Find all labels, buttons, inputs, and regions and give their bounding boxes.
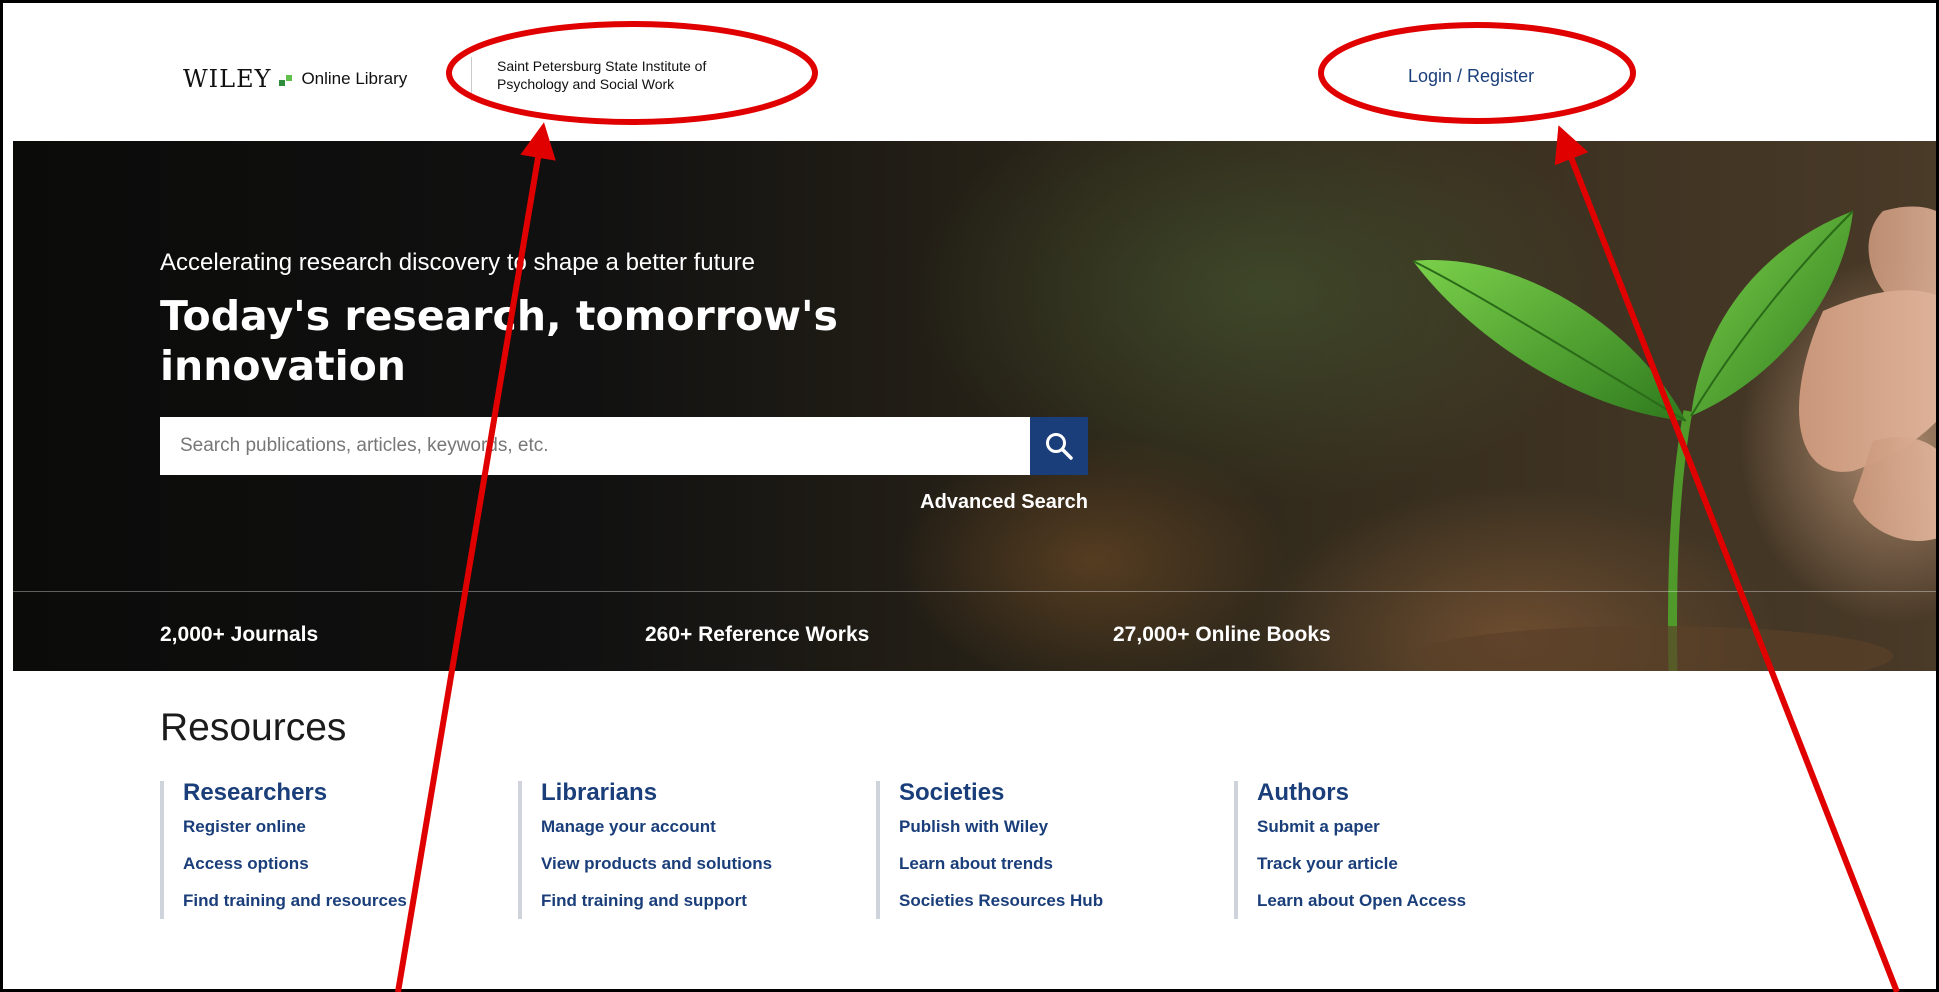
resources-heading: Librarians xyxy=(541,779,658,806)
resources-column-researchers: Researchers Register online Access optio… xyxy=(160,779,407,919)
resource-link[interactable]: Find training and support xyxy=(541,891,772,911)
stat-reference-works[interactable]: 260+ Reference Works xyxy=(645,623,869,647)
resource-link[interactable]: Learn about Open Access xyxy=(1257,891,1466,911)
stat-online-books[interactable]: 27,000+ Online Books xyxy=(1113,623,1331,647)
search-icon xyxy=(1046,433,1073,460)
screenshot-frame: WILEY Online Library Saint Petersburg St… xyxy=(0,0,1939,992)
resource-link[interactable]: Societies Resources Hub xyxy=(899,891,1103,911)
resources-column-authors: Authors Submit a paper Track your articl… xyxy=(1234,779,1466,919)
institution-name: Saint Petersburg State Institute of Psyc… xyxy=(497,58,707,92)
wiley-logo[interactable]: WILEY Online Library xyxy=(183,65,407,93)
wiley-homepage: WILEY Online Library Saint Petersburg St… xyxy=(13,13,1936,989)
header-divider xyxy=(471,57,472,101)
resource-link[interactable]: Learn about trends xyxy=(899,854,1103,874)
hero-banner: Accelerating research discovery to shape… xyxy=(13,141,1936,671)
resource-link[interactable]: Submit a paper xyxy=(1257,817,1466,837)
login-register-link[interactable]: Login / Register xyxy=(1408,66,1534,87)
resource-link[interactable]: Track your article xyxy=(1257,854,1466,874)
search-bar xyxy=(160,417,1088,475)
resources-title: Resources xyxy=(160,706,347,749)
hero-subtitle: Accelerating research discovery to shape… xyxy=(160,249,755,276)
resources-heading: Societies xyxy=(899,779,1005,806)
stat-journals[interactable]: 2,000+ Journals xyxy=(160,623,318,647)
resources-column-librarians: Librarians Manage your account View prod… xyxy=(518,779,772,919)
advanced-search-link[interactable]: Advanced Search xyxy=(893,491,1088,514)
search-button[interactable] xyxy=(1030,417,1088,475)
logo-wiley-text: WILEY xyxy=(183,65,272,93)
logo-dots-icon xyxy=(279,72,293,86)
resources-heading: Authors xyxy=(1257,779,1349,806)
resource-link[interactable]: Publish with Wiley xyxy=(899,817,1103,837)
resource-link[interactable]: Register online xyxy=(183,817,407,837)
resource-link[interactable]: View products and solutions xyxy=(541,854,772,874)
site-header: WILEY Online Library Saint Petersburg St… xyxy=(13,13,1936,141)
search-input[interactable] xyxy=(160,418,1030,474)
seedling-image xyxy=(1412,206,1936,671)
resource-link[interactable]: Access options xyxy=(183,854,407,874)
hero-divider xyxy=(13,591,1936,592)
hero-title: Today's research, tomorrow's innovation xyxy=(160,292,838,390)
resources-column-societies: Societies Publish with Wiley Learn about… xyxy=(876,779,1103,919)
resources-heading: Researchers xyxy=(183,779,328,806)
resource-link[interactable]: Manage your account xyxy=(541,817,772,837)
resource-link[interactable]: Find training and resources xyxy=(183,891,407,911)
logo-online-library-text: Online Library xyxy=(301,69,408,88)
